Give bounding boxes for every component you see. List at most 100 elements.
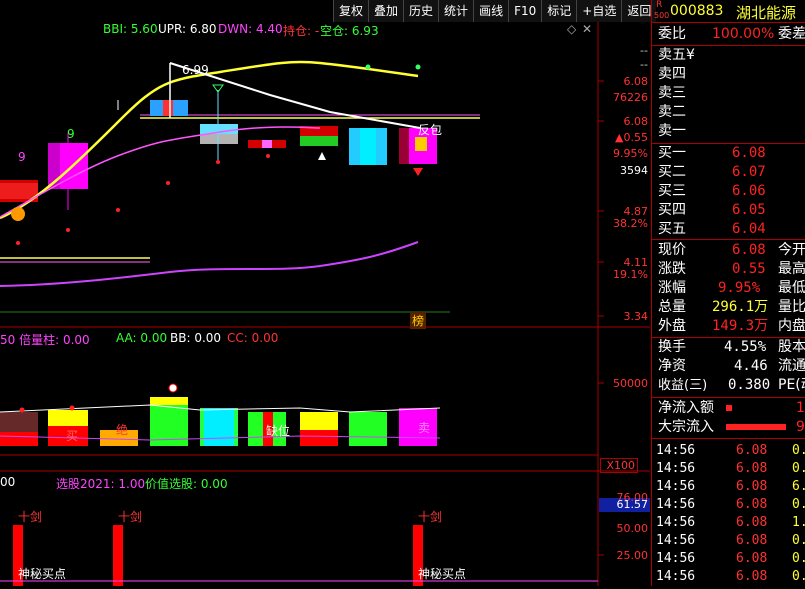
quote-label-0: 现价 — [658, 242, 686, 258]
axis-unit[interactable]: X100 — [600, 458, 638, 473]
quote-value-3: 296.1万 — [712, 299, 769, 315]
weibi-value: 100.00% — [712, 26, 775, 42]
tick-volume: 1. — [792, 515, 805, 530]
tick-time: 14:56 — [656, 551, 696, 566]
btn-f10[interactable]: F10 — [508, 0, 542, 22]
axis-change: ▲0.55 — [615, 131, 648, 144]
upr-value: UPR: 6.80 — [158, 22, 217, 36]
quote-value-1: 0.55 — [732, 261, 766, 277]
count-label-a: 9 — [18, 150, 26, 164]
buy-5-price: 6.04 — [732, 221, 766, 237]
quote-value-0: 6.08 — [732, 242, 766, 258]
bbi-value: BBI: 5.60 — [103, 22, 158, 36]
tick-time: 14:56 — [656, 497, 696, 512]
signal-label-2: 十剑 — [118, 510, 143, 524]
aa-label: AA: 0.00 — [116, 331, 168, 345]
quote-right-3: 量比 — [778, 299, 805, 315]
btn-huaxian[interactable]: 画线 — [473, 0, 509, 22]
quote-label-1: 涨跌 — [658, 261, 686, 277]
tick-price: 6.08 — [736, 443, 768, 458]
ranking-badge[interactable]: 榜 — [410, 312, 427, 329]
fund-right-0: 股本 — [778, 339, 805, 355]
quote-value-4: 149.3万 — [712, 318, 769, 334]
tick-price: 6.08 — [736, 533, 768, 548]
signal-label-3: 十剑 — [418, 510, 443, 524]
buy-3-price: 6.06 — [732, 183, 766, 199]
buy-4-label: 买四 — [658, 202, 686, 218]
axis-price-top: 6.08 — [623, 75, 649, 88]
count-label-b: 9 — [67, 127, 75, 141]
axis-volume: 76226 — [613, 91, 648, 104]
buy-1-label: 买一 — [658, 145, 686, 161]
sel-label: 00 — [0, 475, 16, 489]
axis-382: 38.2% — [613, 217, 648, 230]
sell-1: 卖一 — [658, 123, 686, 139]
vol-text-sell: 卖 — [418, 421, 431, 435]
axis-pct: 9.95% — [613, 147, 648, 160]
tick-time: 14:56 — [656, 569, 696, 584]
axis-vol-50000: 50000 — [613, 377, 648, 390]
quote-right-4: 内盘 — [778, 318, 805, 334]
flow-label-1: 大宗流入 — [658, 419, 714, 435]
fund-right-2: PE(动 — [778, 377, 805, 393]
peak-label: 6.99 — [182, 63, 209, 77]
quote-label-3: 总量 — [658, 299, 686, 315]
tick-price: 6.08 — [736, 515, 768, 530]
signal-bars — [13, 525, 423, 586]
flow-value-0: 1 — [796, 400, 805, 416]
axis-low-mid: 50.00 — [616, 522, 649, 535]
buy-marker-icon — [11, 207, 25, 221]
sell-4: 卖四 — [658, 66, 686, 82]
btn-diejia[interactable]: 叠加 — [368, 0, 404, 22]
fund-label-1: 净资 — [658, 358, 686, 374]
fund-value-2: 0.380 — [728, 377, 771, 393]
buy-5-label: 买五 — [658, 221, 686, 237]
tick-volume: 0. — [792, 551, 805, 566]
chart-area[interactable]: BBI: 5.60 UPR: 6.80 DWN: 4.40 持仓: - 空仓: … — [0, 0, 650, 586]
quote-label-4: 外盘 — [658, 318, 686, 334]
dwn-line — [0, 241, 419, 287]
buy-3-label: 买三 — [658, 183, 686, 199]
axis-dash-2: -- — [640, 58, 648, 71]
diamond-icon[interactable]: ◇ — [567, 22, 576, 36]
flow-bar-0 — [726, 405, 732, 411]
buy-2-price: 6.07 — [732, 164, 766, 180]
quote-right-0: 今开 — [778, 242, 805, 258]
tick-price: 6.08 — [736, 497, 768, 512]
tick-time: 14:56 — [656, 461, 696, 476]
stock-code: 000883 — [670, 3, 724, 19]
btn-biaoji[interactable]: 标记 — [541, 0, 577, 22]
up-arrow-icon — [413, 168, 423, 176]
fund-right-1: 流通 — [778, 358, 805, 374]
tick-time: 14:56 — [656, 515, 696, 530]
sell-3: 卖三 — [658, 85, 686, 101]
tick-time: 14:56 — [656, 443, 696, 458]
axis-334: 3.34 — [623, 310, 649, 323]
fund-value-0: 4.55% — [724, 339, 767, 355]
quote-label-2: 涨幅 — [658, 280, 686, 296]
toolbar: 复权 叠加 历史 统计 画线 F10 标记 +自选 返回 — [333, 0, 657, 22]
fund-value-1: 4.46 — [734, 358, 768, 374]
fund-label-2: 收益(三) — [658, 378, 708, 393]
tick-volume: 6. — [792, 479, 805, 494]
btn-zixuan[interactable]: +自选 — [576, 0, 622, 22]
weibi-label: 委比 — [658, 26, 686, 42]
tick-volume: 0. — [792, 461, 805, 476]
signal-label-1: 十剑 — [18, 510, 43, 524]
tick-volume: 0. — [792, 443, 805, 458]
quote-value-2: 9.95% — [718, 280, 761, 296]
btn-fuquan[interactable]: 复权 — [333, 0, 369, 22]
flow-value-1: 9 — [796, 419, 805, 435]
sell-2: 卖二 — [658, 104, 686, 120]
btn-tongji[interactable]: 统计 — [438, 0, 474, 22]
close-icon[interactable]: ✕ — [582, 22, 592, 36]
btn-lishi[interactable]: 历史 — [403, 0, 439, 22]
stock-name: 湖北能源 — [736, 4, 797, 22]
axis-price: 6.08 — [623, 115, 649, 128]
bei-label: 50 倍量柱: 0.00 — [0, 333, 90, 347]
tick-price: 6.08 — [736, 569, 768, 584]
flow-bar-1 — [726, 424, 786, 430]
buy-1-price: 6.08 — [732, 145, 766, 161]
cc-label: CC: 0.00 — [227, 331, 279, 345]
sell-5: 卖五¥ — [658, 47, 695, 63]
